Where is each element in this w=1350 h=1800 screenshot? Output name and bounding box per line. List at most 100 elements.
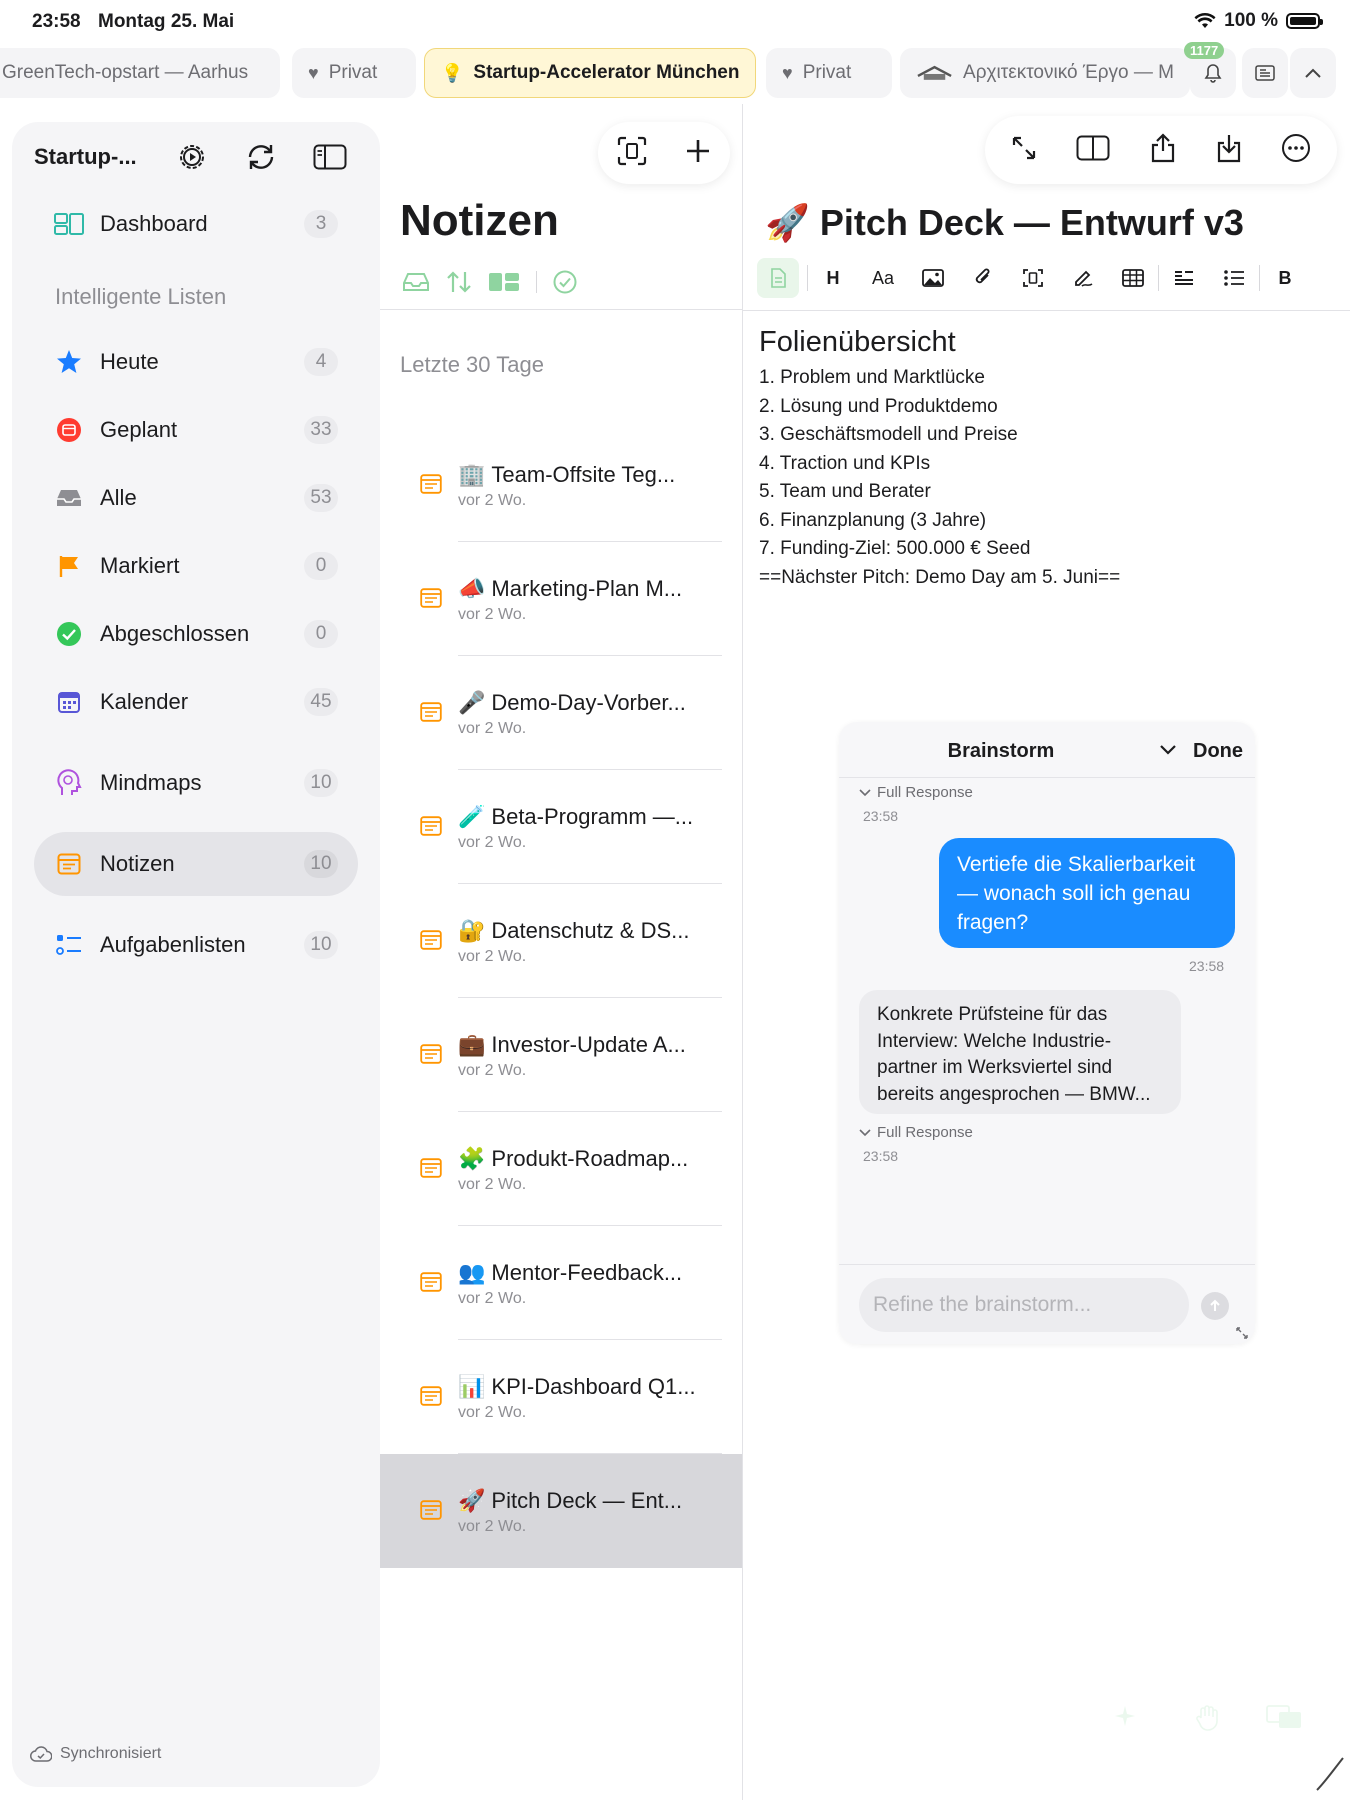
note-list-item[interactable]: 🧩 Produkt-Roadmap... vor 2 Wo. bbox=[380, 1112, 742, 1226]
pencil-scribble-icon bbox=[1075, 270, 1093, 287]
note-list-item[interactable]: 🔐 Datenschutz & DS... vor 2 Wo. bbox=[380, 884, 742, 998]
document-icon bbox=[771, 268, 786, 288]
full-response-toggle[interactable]: Full Response bbox=[859, 1124, 973, 1141]
image-button[interactable] bbox=[908, 258, 958, 298]
sidebar-item-heute[interactable]: Heute 4 bbox=[34, 330, 358, 394]
font-button[interactable]: Aa bbox=[858, 258, 908, 298]
note-list-item[interactable]: 🚀 Pitch Deck — Ent... vor 2 Wo. bbox=[380, 1454, 742, 1568]
sidebar-title[interactable]: Startup-... bbox=[34, 144, 157, 170]
add-note-button[interactable] bbox=[685, 138, 711, 169]
tab-privat-1[interactable]: ♥ Privat bbox=[292, 48, 416, 98]
note-title-label: KPI-Dashboard Q1... bbox=[491, 1374, 696, 1399]
bullet-list-icon bbox=[1224, 270, 1244, 286]
sidebar-item-alle[interactable]: Alle 53 bbox=[34, 466, 358, 530]
sidebar-item-notizen[interactable]: Notizen 10 bbox=[34, 832, 358, 896]
sidebar-item-geplant[interactable]: Geplant 33 bbox=[34, 398, 358, 462]
expand-button[interactable] bbox=[1011, 135, 1037, 166]
attachment-button[interactable] bbox=[958, 258, 1008, 298]
note-body[interactable]: 1. Problem und Marktlücke 2. Lösung und … bbox=[759, 364, 1120, 592]
message-time: 23:58 bbox=[863, 1148, 899, 1164]
note-line: ==Nächster Pitch: Demo Day am 5. Juni== bbox=[759, 566, 1121, 588]
sidebar-item-dashboard[interactable]: Dashboard 3 bbox=[34, 192, 358, 256]
note-line: 1. Problem und Marktlücke bbox=[759, 367, 985, 388]
note-icon bbox=[420, 1158, 442, 1183]
note-title[interactable]: 🚀 Pitch Deck — Entwurf v3 bbox=[765, 202, 1244, 244]
sidebar-item-mindmaps[interactable]: Mindmaps 10 bbox=[34, 751, 358, 815]
collapse-brainstorm-button[interactable] bbox=[1157, 738, 1179, 765]
sidebar-item-abgeschlossen[interactable]: Abgeschlossen 0 bbox=[34, 602, 358, 666]
note-emoji: 🔐 bbox=[458, 918, 486, 943]
note-list-item[interactable]: 🏢 Team-Offsite Teg... vor 2 Wo. bbox=[380, 428, 742, 542]
note-date: vor 2 Wo. bbox=[458, 1518, 527, 1535]
collapse-tabs-button[interactable] bbox=[1290, 48, 1336, 98]
heart-icon: ♥ bbox=[782, 62, 793, 83]
full-response-label: Full Response bbox=[877, 784, 973, 801]
assistant-message-bubble[interactable]: Konkrete Prüfsteine für das Interview: W… bbox=[859, 990, 1181, 1114]
table-button[interactable] bbox=[1108, 258, 1158, 298]
sync-button[interactable] bbox=[226, 142, 295, 172]
draw-button[interactable] bbox=[1058, 258, 1108, 298]
scan-button[interactable] bbox=[617, 136, 647, 171]
import-button[interactable] bbox=[1216, 133, 1242, 168]
quote-button[interactable] bbox=[1159, 258, 1209, 298]
share-button[interactable] bbox=[1150, 132, 1176, 168]
page-title: Notizen bbox=[400, 196, 559, 245]
note-icon bbox=[420, 930, 442, 955]
document-mode-button[interactable] bbox=[757, 258, 799, 298]
note-title: 🏢 Team-Offsite Teg... bbox=[458, 462, 675, 488]
sidebar-item-aufgabenlisten[interactable]: Aufgabenlisten 10 bbox=[34, 913, 358, 977]
note-list-item[interactable]: 💼 Investor-Update A... vor 2 Wo. bbox=[380, 998, 742, 1112]
note-list-item[interactable]: 📊 KPI-Dashboard Q1... vor 2 Wo. bbox=[380, 1340, 742, 1454]
list-button[interactable] bbox=[1209, 258, 1259, 298]
scan-text-button[interactable] bbox=[1008, 258, 1058, 298]
note-list-item[interactable]: 📣 Marketing-Plan M... vor 2 Wo. bbox=[380, 542, 742, 656]
note-heading[interactable]: Folienübersicht bbox=[759, 326, 956, 359]
image-stack-icon[interactable] bbox=[1265, 1704, 1303, 1730]
split-view-button[interactable] bbox=[1076, 135, 1110, 166]
bold-button[interactable]: B bbox=[1260, 258, 1310, 298]
tab-privat-2[interactable]: ♥ Privat bbox=[766, 48, 892, 98]
heading-button[interactable]: H bbox=[808, 258, 858, 298]
send-button[interactable] bbox=[1201, 1292, 1229, 1320]
settings-button[interactable] bbox=[157, 141, 226, 173]
note-emoji: 🚀 bbox=[458, 1488, 486, 1513]
tab-startup-accelerator[interactable]: 💡 Startup-Accelerator München bbox=[424, 48, 756, 98]
note-list-item[interactable]: 👥 Mentor-Feedback... vor 2 Wo. bbox=[380, 1226, 742, 1340]
tab-architektur[interactable]: Αρχιτεκτονικό Έργο — M bbox=[900, 48, 1190, 98]
full-response-toggle[interactable]: Full Response bbox=[859, 784, 973, 801]
resize-handle[interactable] bbox=[1235, 1326, 1249, 1345]
sort-icon[interactable] bbox=[446, 270, 472, 294]
sidebar-item-kalender[interactable]: Kalender 45 bbox=[34, 670, 358, 734]
more-button[interactable] bbox=[1281, 133, 1311, 168]
note-title-label: Datenschutz & DS... bbox=[491, 918, 690, 943]
note-list-column: Notizen Letzte 30 Tage 🏢 Team-Offsite Teg… bbox=[380, 104, 742, 1800]
inbox-filter-icon[interactable] bbox=[402, 272, 430, 292]
note-list-item[interactable]: 🎤 Demo-Day-Vorber... vor 2 Wo. bbox=[380, 656, 742, 770]
calendar-icon bbox=[54, 687, 84, 717]
sparkle-icon[interactable] bbox=[1113, 1704, 1137, 1728]
layout-grid-icon[interactable] bbox=[488, 272, 520, 292]
list-toolbar bbox=[598, 122, 730, 184]
sidebar-item-label: Dashboard bbox=[100, 211, 208, 236]
sidebar-item-count: 0 bbox=[304, 552, 338, 580]
note-title-label: Investor-Update A... bbox=[491, 1032, 686, 1057]
toggle-sidebar-button[interactable] bbox=[295, 144, 364, 170]
split-view-icon bbox=[1076, 135, 1110, 160]
notification-button[interactable]: 1177 bbox=[1184, 42, 1236, 98]
pencil-corner-icon[interactable] bbox=[1315, 1756, 1345, 1792]
cloud-check-icon bbox=[30, 1746, 52, 1762]
status-date: Montag 25. Mai bbox=[98, 11, 235, 32]
hand-icon[interactable] bbox=[1195, 1704, 1221, 1732]
sidebar-item-markiert[interactable]: Markiert 0 bbox=[34, 534, 358, 598]
done-button[interactable]: Done bbox=[1193, 740, 1243, 763]
note-emoji: 🎤 bbox=[458, 690, 486, 715]
tab-greentech[interactable]: GreenTech-opstart — Aarhus bbox=[0, 48, 280, 98]
brainstorm-input[interactable] bbox=[859, 1278, 1189, 1332]
tab-label: Privat bbox=[802, 62, 852, 83]
sidebar-item-count: 10 bbox=[304, 931, 338, 959]
note-icon bbox=[420, 474, 442, 499]
reader-button[interactable] bbox=[1242, 48, 1288, 98]
check-circle-icon bbox=[54, 619, 84, 649]
note-list-item[interactable]: 🧪 Beta-Programm —... vor 2 Wo. bbox=[380, 770, 742, 884]
check-filter-icon[interactable] bbox=[553, 270, 577, 294]
